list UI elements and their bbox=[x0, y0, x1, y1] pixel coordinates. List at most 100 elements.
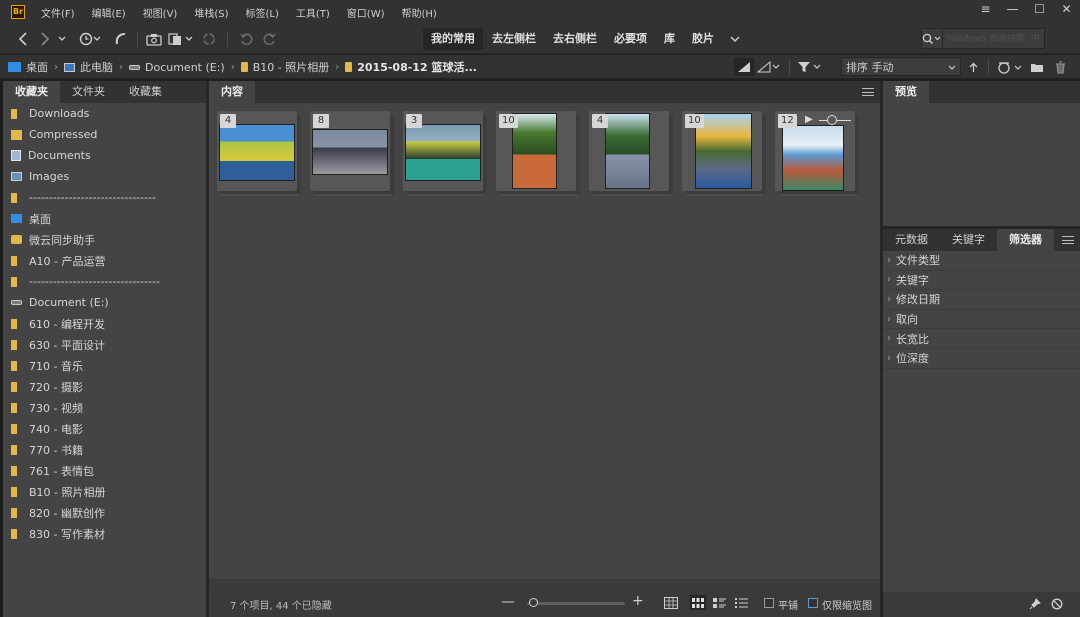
pin-icon[interactable] bbox=[1029, 598, 1041, 613]
stack-count-badge[interactable]: 4 bbox=[220, 114, 236, 128]
menu-stack[interactable]: 堆栈(S) bbox=[194, 5, 228, 20]
filter-keywords[interactable]: › 关键字 bbox=[883, 271, 1080, 291]
panel-menu-icon[interactable] bbox=[1062, 234, 1074, 246]
favorite-item-a10[interactable]: A10 - 产品运营 bbox=[3, 250, 206, 271]
workspace-tab-no-left-panel[interactable]: 去左侧栏 bbox=[484, 28, 544, 50]
zoom-out-button[interactable]: — bbox=[501, 594, 515, 610]
menu-tools[interactable]: 工具(T) bbox=[296, 5, 330, 20]
stack-thumbnail[interactable]: 4 bbox=[589, 111, 671, 196]
clear-filter-icon[interactable] bbox=[1051, 598, 1063, 613]
close-button[interactable]: ✕ bbox=[1053, 0, 1080, 18]
forward-arrow-icon[interactable] bbox=[36, 30, 54, 48]
boomerang-icon[interactable] bbox=[113, 30, 129, 48]
stack-thumbnail[interactable]: 3 bbox=[403, 111, 485, 196]
new-folder-icon[interactable] bbox=[1029, 58, 1045, 76]
panel-splitter-left[interactable] bbox=[206, 81, 209, 617]
menu-label[interactable]: 标签(L) bbox=[246, 5, 279, 20]
maximize-button[interactable]: ☐ bbox=[1026, 0, 1053, 18]
favorite-item-images[interactable]: Images bbox=[3, 166, 206, 187]
workspace-tab-my-favorites[interactable]: 我的常用 bbox=[423, 28, 483, 50]
favorite-item-730[interactable]: 730 - 视频 bbox=[3, 397, 206, 418]
window-menu-button[interactable]: ≡ bbox=[972, 0, 999, 18]
favorite-item-downloads[interactable]: Downloads bbox=[3, 103, 206, 124]
history-chevron-down-icon[interactable] bbox=[56, 30, 68, 48]
filter-orientation[interactable]: › 取向 bbox=[883, 310, 1080, 330]
tab-metadata[interactable]: 元数据 bbox=[883, 229, 940, 251]
panel-splitter-preview[interactable] bbox=[883, 226, 1080, 229]
tile-checkbox[interactable] bbox=[764, 598, 774, 608]
trash-icon[interactable] bbox=[1052, 58, 1068, 76]
stack-thumbnail[interactable]: 12 ▶ bbox=[775, 111, 857, 196]
view-details-icon[interactable] bbox=[711, 595, 727, 610]
stack-count-badge[interactable]: 8 bbox=[313, 114, 329, 128]
thumbnail-size-slider-knob[interactable] bbox=[529, 598, 538, 607]
stack-count-badge[interactable]: 3 bbox=[406, 114, 422, 128]
breadcrumb-desktop[interactable]: 桌面 bbox=[8, 59, 48, 75]
search-input[interactable] bbox=[943, 33, 1066, 44]
recent-clock-icon[interactable] bbox=[79, 30, 101, 48]
favorite-item-770[interactable]: 770 - 书籍 bbox=[3, 439, 206, 460]
favorite-item-separator-2[interactable]: --------------------------------- bbox=[3, 271, 206, 292]
stack-thumbnail[interactable]: 8 bbox=[310, 111, 392, 196]
stack-count-badge[interactable]: 12 bbox=[778, 114, 797, 128]
menu-help[interactable]: 帮助(H) bbox=[402, 5, 437, 20]
filter-bit-depth[interactable]: › 位深度 bbox=[883, 349, 1080, 369]
workspace-tab-filmstrip[interactable]: 胶片 bbox=[684, 28, 722, 50]
menu-file[interactable]: 文件(F) bbox=[41, 5, 75, 20]
favorite-item-720[interactable]: 720 - 摄影 bbox=[3, 376, 206, 397]
thumbnail-size-slider[interactable] bbox=[527, 602, 625, 605]
filter-aspect-ratio[interactable]: › 长宽比 bbox=[883, 329, 1080, 349]
search-icon[interactable] bbox=[922, 29, 943, 48]
favorite-item-compressed[interactable]: Compressed bbox=[3, 124, 206, 145]
filter-funnel-icon[interactable] bbox=[796, 58, 824, 76]
tab-collections[interactable]: 收藏集 bbox=[117, 81, 174, 103]
workspace-tab-essentials[interactable]: 必要项 bbox=[606, 28, 655, 50]
favorite-item-separator-1[interactable]: -------------------------------- bbox=[3, 187, 206, 208]
thumbnails-only-checkbox[interactable] bbox=[808, 598, 818, 608]
breadcrumb-separator-icon[interactable]: › bbox=[119, 62, 123, 73]
quality-stars-icon[interactable] bbox=[734, 58, 754, 76]
minimize-button[interactable]: — bbox=[999, 0, 1026, 18]
camera-import-icon[interactable] bbox=[145, 30, 163, 48]
menu-edit[interactable]: 编辑(E) bbox=[92, 5, 126, 20]
favorite-item-b10[interactable]: B10 - 照片相册 bbox=[3, 481, 206, 502]
horizontal-scrollbar[interactable] bbox=[209, 579, 880, 589]
favorite-item-610[interactable]: 610 - 编程开发 bbox=[3, 313, 206, 334]
workspace-tab-no-right-panel[interactable]: 去右侧栏 bbox=[545, 28, 605, 50]
play-icon[interactable]: ▶ bbox=[805, 114, 813, 125]
rating-chevron-down-icon[interactable] bbox=[756, 58, 782, 76]
favorite-item-710[interactable]: 710 - 音乐 bbox=[3, 355, 206, 376]
filter-date-modified[interactable]: › 修改日期 bbox=[883, 290, 1080, 310]
zoom-in-button[interactable]: + bbox=[632, 593, 644, 609]
panel-menu-icon[interactable] bbox=[862, 86, 874, 98]
back-arrow-icon[interactable] bbox=[14, 30, 32, 48]
stack-thumbnail[interactable]: 10 bbox=[496, 111, 578, 196]
sort-ascending-arrow-icon[interactable] bbox=[966, 58, 980, 76]
favorite-item-630[interactable]: 630 - 平面设计 bbox=[3, 334, 206, 355]
view-thumbnails-icon[interactable] bbox=[690, 595, 706, 610]
stack-count-badge[interactable]: 10 bbox=[685, 114, 704, 128]
stack-scrubber-knob[interactable] bbox=[827, 115, 837, 125]
menu-view[interactable]: 视图(V) bbox=[143, 5, 178, 20]
breadcrumb-separator-icon[interactable]: › bbox=[335, 62, 339, 73]
filter-file-type[interactable]: › 文件类型 bbox=[883, 251, 1080, 271]
breadcrumb-separator-icon[interactable]: › bbox=[54, 62, 58, 73]
lock-grid-icon[interactable] bbox=[663, 595, 679, 610]
tab-preview[interactable]: 预览 bbox=[883, 81, 929, 103]
favorite-item-weiyun[interactable]: 微云同步助手 bbox=[3, 229, 206, 250]
workspace-more-chevron-icon[interactable] bbox=[723, 28, 747, 50]
breadcrumb-drive[interactable]: Document (E:) bbox=[129, 61, 225, 74]
view-list-icon[interactable] bbox=[733, 595, 749, 610]
tab-content[interactable]: 内容 bbox=[209, 81, 255, 103]
sort-select[interactable]: 排序 手动 bbox=[841, 57, 961, 76]
panel-splitter-right[interactable] bbox=[880, 81, 883, 617]
stack-count-badge[interactable]: 10 bbox=[499, 114, 518, 128]
breadcrumb-separator-icon[interactable]: › bbox=[231, 62, 235, 73]
breadcrumb-current-folder[interactable]: 2015-08-12 篮球活... bbox=[345, 59, 477, 75]
tab-folders[interactable]: 文件夹 bbox=[60, 81, 117, 103]
stack-count-badge[interactable]: 4 bbox=[592, 114, 608, 128]
favorite-item-820[interactable]: 820 - 幽默创作 bbox=[3, 502, 206, 523]
menu-window[interactable]: 窗口(W) bbox=[347, 5, 385, 20]
breadcrumb-this-pc[interactable]: 此电脑 bbox=[64, 59, 113, 75]
tab-keywords[interactable]: 关键字 bbox=[940, 229, 997, 251]
